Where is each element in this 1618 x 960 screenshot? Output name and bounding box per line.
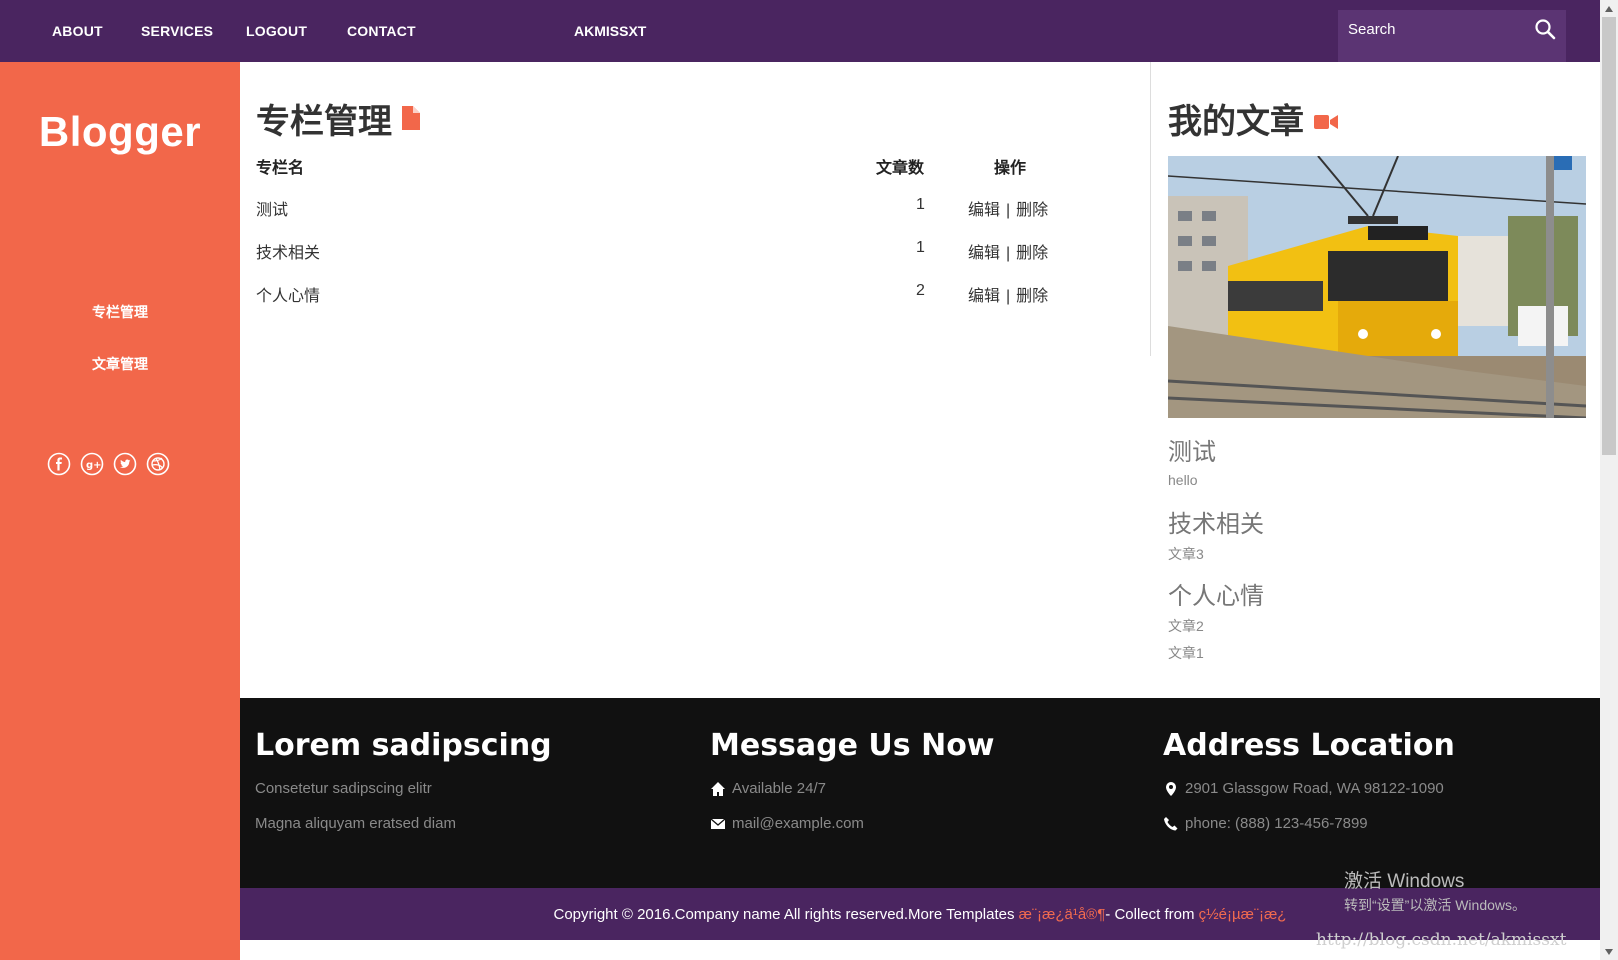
availability-text: Available 24/7 [732,780,826,797]
column-divider [1150,62,1151,356]
delete-link[interactable]: 删除 [1016,202,1048,219]
articles-title: 我的文章 [1168,94,1338,143]
nav-contact-link[interactable]: CONTACT [347,23,416,39]
file-icon [402,99,420,139]
separator: | [1006,202,1011,219]
footer-text: Consetetur sadipscing elitr [255,780,432,797]
row-actions: 编辑 | 删除 [968,282,1048,306]
nav-services[interactable]: SERVICES [141,0,213,62]
delete-link[interactable]: 删除 [1016,288,1048,305]
nav-logout[interactable]: LOGOUT [246,0,307,62]
url-watermark: http://blog.csdn.net/akmissxt [1316,930,1567,950]
article-link[interactable]: hello [1168,472,1198,488]
row-name: 测试 [256,202,289,219]
footer-heading: Address Location [1163,728,1455,763]
search-icon[interactable] [1534,18,1556,40]
nav-logout-link[interactable]: LOGOUT [246,23,307,39]
address-text: 2901 Glassgow Road, WA 98122-1090 [1185,780,1444,797]
page-title: 专栏管理 [256,94,420,143]
article-link[interactable]: 文章1 [1168,643,1204,663]
delete-link[interactable]: 删除 [1016,245,1048,262]
category-title[interactable]: 技术相关 [1168,504,1264,539]
footer-col-address: Address Location 2901 Glassgow Road, WA … [1163,728,1455,832]
nav-contact[interactable]: CONTACT [347,0,416,62]
footer-address: 2901 Glassgow Road, WA 98122-1090 [1163,780,1444,797]
footer: Lorem sadipscing Consetetur sadipscing e… [240,698,1600,888]
home-icon [710,781,726,797]
sidebar-item-article-management[interactable]: 文章管理 [0,354,240,374]
collect-text: - Collect from [1105,905,1195,923]
windows-activation-notice: 激活 Windows 转到“设置”以激活 Windows。 [1344,866,1526,915]
footer-col-message: Message Us Now Available 24/7 mail@examp… [710,728,995,832]
copyright-text: Copyright © 2016.Company name All rights… [553,905,1015,923]
row-name: 技术相关 [256,245,321,262]
featured-image-tram [1168,156,1586,418]
scroll-down-arrow[interactable] [1600,943,1618,960]
row-actions: 编辑 | 删除 [968,239,1048,263]
footer-phone: phone: (888) 123-456-7899 [1163,815,1368,832]
col-header-ops: 操作 [994,160,1027,177]
username-label[interactable]: AKMISSXT [574,0,646,62]
phone-icon [1163,816,1179,832]
site-logo[interactable]: Blogger [0,108,240,156]
sidebar-item-column-management[interactable]: 专栏管理 [0,302,240,322]
edit-link[interactable]: 编辑 [968,288,1000,305]
footer-heading: Message Us Now [710,728,995,763]
facebook-icon[interactable] [47,452,71,476]
footer-heading: Lorem sadipscing [255,728,552,763]
video-camera-icon [1314,99,1338,139]
scroll-up-arrow[interactable] [1600,0,1618,17]
footer-email: mail@example.com [710,815,864,832]
footer-text: Magna aliquyam eratsed diam [255,815,456,832]
separator: | [1006,245,1011,262]
search-input[interactable] [1338,10,1524,48]
article-link[interactable]: 文章3 [1168,544,1204,564]
nav-services-link[interactable]: SERVICES [141,23,213,39]
google-plus-icon[interactable]: g+ [80,452,104,476]
row-count: 2 [916,282,925,299]
phone-text: phone: (888) 123-456-7899 [1185,815,1368,832]
footer-col-about: Lorem sadipscing Consetetur sadipscing e… [255,728,552,832]
activation-title: 激活 Windows [1344,871,1465,892]
templates-link[interactable]: æ¨¡æ¿ä¹å®¶ [1019,906,1106,923]
table-row: 测试 1 编辑 | 删除 [256,196,1056,226]
edit-link[interactable]: 编辑 [968,202,1000,219]
twitter-icon[interactable] [113,452,137,476]
footer-availability: Available 24/7 [710,780,826,797]
social-links: g+ [47,452,170,476]
separator: | [1006,288,1011,305]
category-title[interactable]: 测试 [1168,432,1216,467]
table-row: 技术相关 1 编辑 | 删除 [256,239,1056,269]
envelope-icon [710,816,726,832]
search-box [1338,10,1566,62]
row-count: 1 [916,196,925,213]
nav-about[interactable]: ABOUT [52,0,103,62]
articles-title-text: 我的文章 [1168,102,1304,142]
top-navbar: ABOUT SERVICES LOGOUT CONTACT AKMISSXT [0,0,1600,62]
vertical-scrollbar[interactable] [1600,0,1618,960]
sidebar: Blogger 专栏管理 文章管理 g+ [0,62,240,960]
table-row: 个人心情 2 编辑 | 删除 [256,282,1056,312]
col-header-name: 专栏名 [256,160,305,177]
page-title-text: 专栏管理 [256,102,392,142]
category-title[interactable]: 个人心情 [1168,576,1264,611]
activation-subtitle: 转到“设置”以激活 Windows。 [1344,897,1527,913]
row-name: 个人心情 [256,288,321,305]
col-header-count: 文章数 [876,160,925,177]
svg-text:g+: g+ [86,460,102,471]
edit-link[interactable]: 编辑 [968,245,1000,262]
row-actions: 编辑 | 删除 [968,196,1048,220]
email-text[interactable]: mail@example.com [732,815,864,832]
map-marker-icon [1163,781,1179,797]
row-count: 1 [916,239,925,256]
article-link[interactable]: 文章2 [1168,616,1204,636]
collect-link[interactable]: ç½é¡µæ¨¡æ¿ [1199,906,1287,923]
scroll-thumb[interactable] [1602,17,1616,455]
nav-about-link[interactable]: ABOUT [52,23,103,39]
dribbble-icon[interactable] [146,452,170,476]
